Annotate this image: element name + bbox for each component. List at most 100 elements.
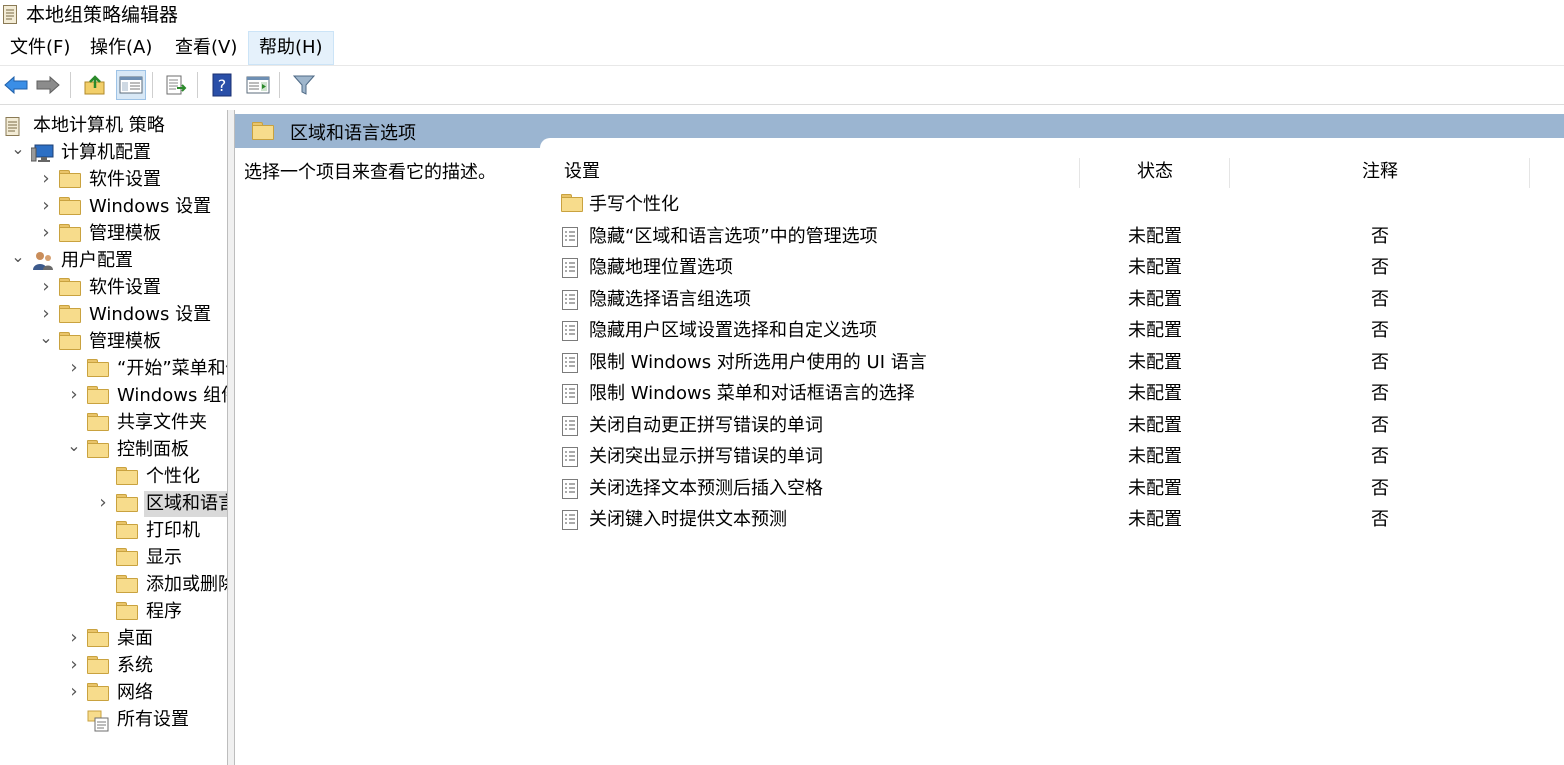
setting-name: 关闭键入时提供文本预测: [589, 509, 787, 530]
column-separator[interactable]: [1079, 158, 1080, 188]
tree-item[interactable]: › “开始”菜单和任务栏: [0, 356, 227, 382]
tree-item-label: 软件设置: [89, 277, 161, 298]
tree-item[interactable]: › 桌面: [0, 626, 227, 652]
tree-item[interactable]: › 软件设置: [0, 167, 227, 193]
tree-item[interactable]: ⌄ 用户配置: [0, 248, 227, 274]
setting-row[interactable]: 关闭突出显示拼写错误的单词 未配置 否: [553, 441, 1564, 472]
chevron-right-icon[interactable]: ›: [39, 275, 53, 301]
policy-document-icon: [2, 4, 19, 25]
tree-item[interactable]: › Windows 设置: [0, 302, 227, 328]
folder-icon: [116, 521, 138, 541]
folder-icon: [87, 359, 109, 379]
toolbar: ?: [0, 66, 1564, 105]
folder-icon: [87, 386, 109, 406]
chevron-right-icon[interactable]: ›: [67, 383, 81, 409]
chevron-right-icon[interactable]: ›: [39, 194, 53, 220]
setting-row[interactable]: 关闭选择文本预测后插入空格 未配置 否: [553, 473, 1564, 504]
setting-comment: 否: [1371, 288, 1389, 310]
policy-setting-icon: [561, 415, 581, 437]
column-header-state[interactable]: 状态: [1137, 154, 1173, 190]
setting-row[interactable]: 限制 Windows 对所选用户使用的 UI 语言 未配置 否: [553, 347, 1564, 378]
up-folder-icon[interactable]: [80, 70, 110, 100]
folder-icon: [87, 413, 109, 433]
column-separator[interactable]: [1529, 158, 1530, 188]
tree-item[interactable]: › 软件设置: [0, 275, 227, 301]
title-bar: 本地组策略编辑器: [0, 0, 1564, 31]
menu-help[interactable]: 帮助(H): [248, 31, 334, 65]
tree-item[interactable]: 个性化: [0, 464, 227, 490]
chevron-right-icon[interactable]: ›: [39, 167, 53, 193]
toolbar-separator: [152, 72, 153, 98]
tree-item[interactable]: ⌄ 计算机配置: [0, 140, 227, 166]
filter-icon[interactable]: [289, 70, 319, 100]
tree-item[interactable]: 打印机: [0, 518, 227, 544]
back-arrow-icon[interactable]: [1, 70, 31, 100]
show-hide-tree-icon[interactable]: [116, 70, 146, 100]
chevron-down-icon[interactable]: ⌄: [11, 140, 25, 166]
menu-action[interactable]: 操作(A): [80, 31, 162, 65]
policy-setting-icon: [561, 352, 581, 374]
tree-item[interactable]: 本地计算机 策略: [0, 113, 227, 139]
setting-row[interactable]: 隐藏地理位置选项 未配置 否: [553, 252, 1564, 283]
svg-text:?: ?: [218, 76, 227, 95]
help-icon[interactable]: ?: [207, 70, 237, 100]
chevron-right-icon[interactable]: ›: [39, 302, 53, 328]
folder-icon: [87, 656, 109, 676]
tree-item[interactable]: 程序: [0, 599, 227, 625]
window-title: 本地组策略编辑器: [26, 4, 179, 26]
tree-item[interactable]: › 管理模板: [0, 221, 227, 247]
chevron-right-icon[interactable]: ›: [67, 680, 81, 706]
tree-item-label: 所有设置: [117, 709, 189, 730]
chevron-right-icon[interactable]: ›: [67, 653, 81, 679]
tree-item-label: 网络: [117, 682, 153, 703]
chevron-right-icon[interactable]: ›: [96, 491, 110, 517]
tree-item[interactable]: 所有设置: [0, 707, 227, 733]
setting-state: 未配置: [1128, 509, 1182, 530]
setting-row[interactable]: 关闭自动更正拼写错误的单词 未配置 否: [553, 410, 1564, 441]
folder-icon: [116, 575, 138, 595]
folder-icon: [252, 122, 274, 140]
column-header-setting[interactable]: 设置: [564, 154, 600, 190]
column-separator[interactable]: [1229, 158, 1230, 188]
tree-item[interactable]: › Windows 设置: [0, 194, 227, 220]
setting-row[interactable]: 隐藏选择语言组选项 未配置 否: [553, 284, 1564, 315]
tree-item[interactable]: 显示: [0, 545, 227, 571]
folder-icon: [59, 224, 81, 244]
setting-row[interactable]: 隐藏用户区域设置选择和自定义选项 未配置 否: [553, 315, 1564, 346]
show-hide-action-pane-icon[interactable]: [243, 70, 273, 100]
chevron-right-icon[interactable]: ›: [67, 356, 81, 382]
menu-file[interactable]: 文件(F): [0, 31, 80, 65]
tree-item-label: 添加或删除程序: [146, 574, 227, 595]
tree-item[interactable]: ⌄ 控制面板: [0, 437, 227, 463]
tree-item[interactable]: ⌄ 管理模板: [0, 329, 227, 355]
tree-item[interactable]: › 区域和语言选项: [0, 491, 227, 517]
setting-row[interactable]: 隐藏“区域和语言选项”中的管理选项 未配置 否: [553, 221, 1564, 252]
menu-view[interactable]: 查看(V): [165, 31, 247, 65]
tree-item-label: Windows 组件: [117, 385, 227, 406]
tree-item-label: 程序: [146, 601, 182, 622]
tree-item[interactable]: 添加或删除程序: [0, 572, 227, 598]
export-list-icon[interactable]: [161, 70, 191, 100]
setting-name: 手写个性化: [589, 194, 679, 215]
column-header-comment[interactable]: 注释: [1362, 154, 1398, 190]
tree-item-label: 区域和语言选项: [144, 491, 227, 517]
policy-document-icon: [3, 116, 25, 136]
list-folder-row[interactable]: 手写个性化: [553, 189, 1564, 220]
tree-item[interactable]: › 系统: [0, 653, 227, 679]
chevron-right-icon[interactable]: ›: [39, 221, 53, 247]
chevron-down-icon[interactable]: ⌄: [11, 248, 25, 274]
setting-state: 未配置: [1128, 288, 1182, 310]
tree-item[interactable]: › Windows 组件: [0, 383, 227, 409]
chevron-down-icon[interactable]: ⌄: [39, 329, 53, 355]
forward-arrow-icon[interactable]: [33, 70, 63, 100]
tree-item[interactable]: › 网络: [0, 680, 227, 706]
pane-splitter[interactable]: [227, 110, 235, 765]
policy-setting-icon: [561, 446, 581, 468]
folder-icon: [59, 305, 81, 325]
setting-row[interactable]: 关闭键入时提供文本预测 未配置 否: [553, 504, 1564, 535]
chevron-down-icon[interactable]: ⌄: [67, 437, 81, 463]
tree-item[interactable]: 共享文件夹: [0, 410, 227, 436]
folder-icon: [87, 629, 109, 649]
chevron-right-icon[interactable]: ›: [67, 626, 81, 652]
setting-row[interactable]: 限制 Windows 菜单和对话框语言的选择 未配置 否: [553, 378, 1564, 409]
